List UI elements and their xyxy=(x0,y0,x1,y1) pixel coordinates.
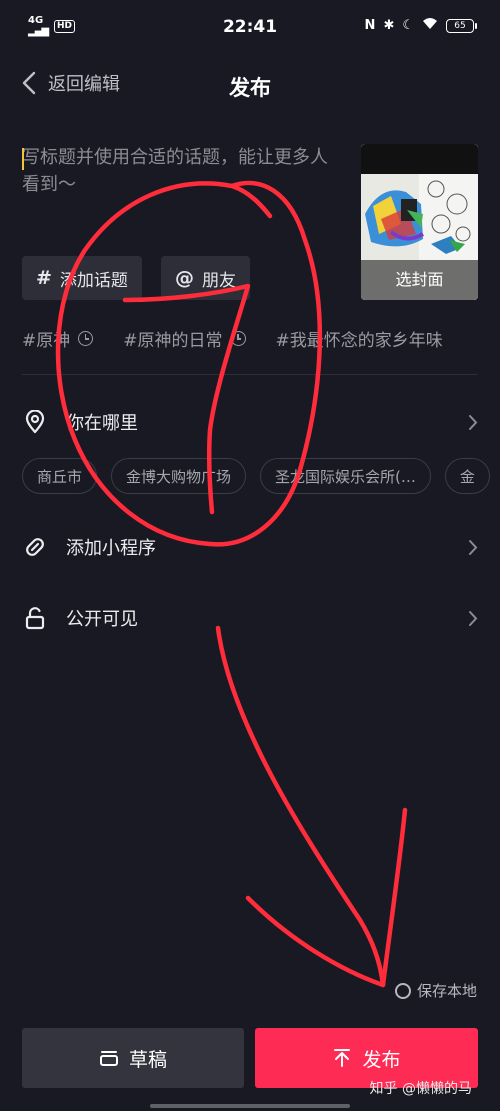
radio-button[interactable] xyxy=(394,982,411,999)
location-pill[interactable]: 商丘市 xyxy=(22,458,98,494)
status-bar: 4G ▂▄▆ HD 22:41 N ✱ ☾ 65 xyxy=(0,0,500,56)
at-icon: @ xyxy=(175,267,194,289)
hashtag-suggestion[interactable]: #我最怀念的家乡年味 xyxy=(276,326,443,351)
location-pill[interactable]: 圣龙国际娱乐会所(… xyxy=(260,458,431,494)
chevron-right-icon xyxy=(469,611,478,626)
annotation-arrow-head xyxy=(245,807,408,988)
hashtag-text: #我最怀念的家乡年味 xyxy=(275,331,443,351)
page-title: 发布 xyxy=(229,76,271,100)
home-indicator xyxy=(150,1104,350,1108)
hashtag-text: #原神的日常 xyxy=(123,331,223,351)
text-caret xyxy=(22,148,24,170)
chevron-right-icon xyxy=(469,540,478,555)
location-pill[interactable]: 金博大购物广场 xyxy=(111,458,247,494)
nfc-icon: N xyxy=(364,18,376,33)
location-suggestions: 商丘市 金博大购物广场 圣龙国际娱乐会所(… 金 xyxy=(22,458,490,494)
location-pin-icon xyxy=(22,409,48,435)
link-icon xyxy=(22,534,48,560)
watermark: 知乎 @懒懒的马 xyxy=(369,1081,472,1097)
mini-program-label: 添加小程序 xyxy=(66,538,156,559)
select-cover-label: 选封面 xyxy=(361,260,478,300)
divider xyxy=(22,374,478,375)
save-local-toggle[interactable]: 保存本地 xyxy=(394,980,477,1001)
visibility-row[interactable]: 公开可见 xyxy=(22,598,480,638)
draft-box-icon xyxy=(99,1051,118,1066)
caption-input[interactable]: 写标题并使用合适的话题，能让更多人看到～ xyxy=(22,144,342,198)
hashtag-suggestion[interactable]: #原神的日常 xyxy=(123,326,246,351)
publish-label: 发布 xyxy=(362,1048,401,1071)
unlock-icon xyxy=(22,605,48,631)
battery-icon: 65 xyxy=(446,18,477,33)
hashtag-suggestions: #原神 #原神的日常 #我最怀念的家乡年味 xyxy=(22,326,443,351)
clock-icon xyxy=(230,331,246,346)
mention-friend-label: 朋友 xyxy=(202,270,236,291)
location-pill[interactable]: 金 xyxy=(444,458,490,494)
draft-label: 草稿 xyxy=(128,1048,167,1071)
cover-selector[interactable]: 选封面 xyxy=(361,144,478,300)
bluetooth-icon: ✱ xyxy=(383,18,395,33)
hashtag-text: #原神 xyxy=(22,331,71,351)
location-label: 你在哪里 xyxy=(66,413,138,434)
clock-icon xyxy=(78,331,94,346)
location-row[interactable]: 你在哪里 xyxy=(22,402,480,442)
annotation-arrow-line xyxy=(215,625,386,988)
caption-placeholder: 写标题并使用合适的话题，能让更多人看到～ xyxy=(22,147,328,195)
publish-icon xyxy=(334,1049,351,1067)
add-mini-program-row[interactable]: 添加小程序 xyxy=(22,527,480,567)
moon-icon: ☾ xyxy=(402,18,414,33)
wifi-icon xyxy=(422,17,438,34)
hashtag-icon: # xyxy=(36,267,52,289)
hashtag-suggestion[interactable]: #原神 xyxy=(22,326,94,351)
visibility-label: 公开可见 xyxy=(66,609,138,630)
save-local-label: 保存本地 xyxy=(416,982,477,1000)
mention-friend-button[interactable]: @ 朋友 xyxy=(161,256,250,300)
add-topic-button[interactable]: # 添加话题 xyxy=(22,256,142,300)
draft-button[interactable]: 草稿 xyxy=(22,1028,244,1088)
chevron-right-icon xyxy=(469,415,478,430)
add-topic-label: 添加话题 xyxy=(59,270,128,291)
status-icons: N ✱ ☾ 65 xyxy=(364,17,477,34)
